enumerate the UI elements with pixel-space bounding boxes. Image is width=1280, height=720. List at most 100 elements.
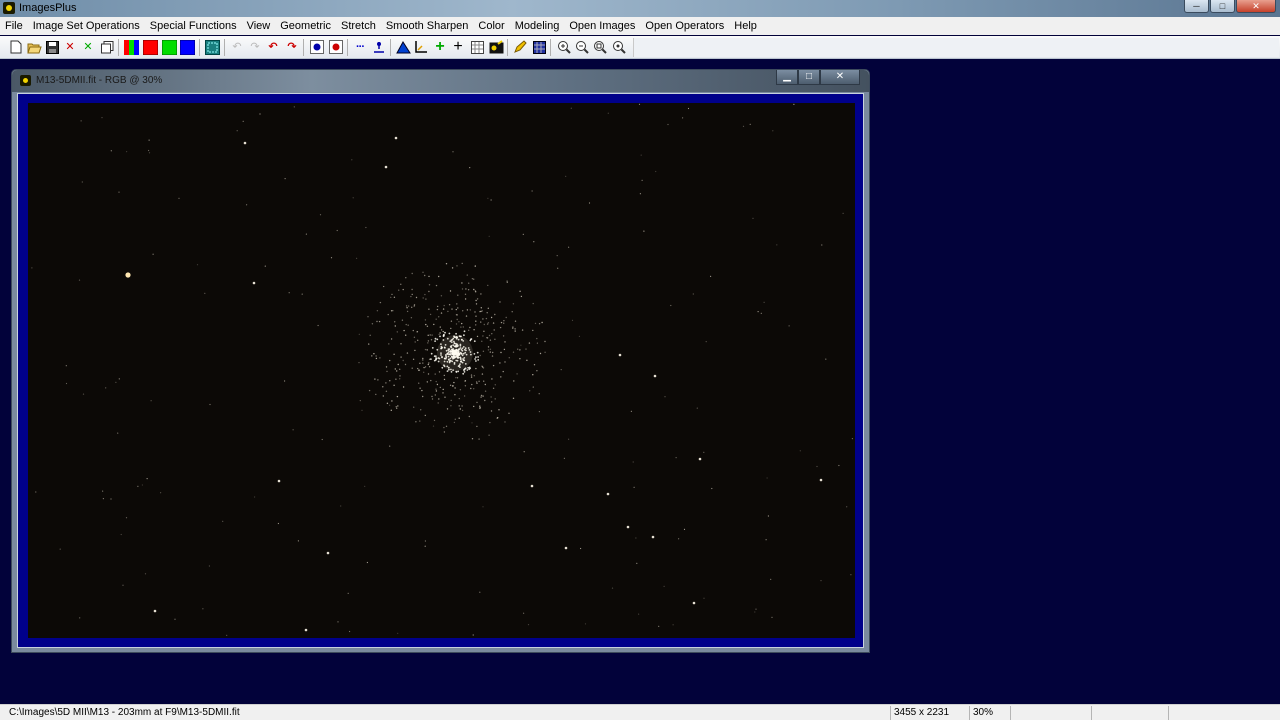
- star: [428, 284, 431, 286]
- grid-select-icon[interactable]: [469, 39, 485, 55]
- menu-file[interactable]: File: [0, 20, 28, 32]
- star: [512, 303, 515, 305]
- star: [390, 310, 393, 312]
- star: [445, 263, 448, 265]
- copy-icon[interactable]: [99, 39, 115, 55]
- menu-view[interactable]: View: [242, 20, 276, 32]
- star: [358, 362, 360, 364]
- star: [450, 327, 452, 330]
- image-maximize-button[interactable]: □: [798, 70, 820, 85]
- star: [336, 229, 338, 232]
- star: [226, 634, 228, 637]
- star: [474, 290, 476, 292]
- star: [453, 421, 456, 424]
- select-all-icon[interactable]: [204, 39, 220, 55]
- close-all-icon[interactable]: ✕: [80, 39, 96, 55]
- menu-help[interactable]: Help: [729, 20, 762, 32]
- star: [413, 336, 416, 338]
- zoom-actual-icon[interactable]: [611, 39, 627, 55]
- image-canvas[interactable]: [28, 103, 855, 638]
- star: [436, 338, 439, 341]
- crosshair-green-icon[interactable]: +: [432, 39, 448, 55]
- menu-special-functions[interactable]: Special Functions: [145, 20, 242, 32]
- star: [703, 451, 705, 453]
- star: [459, 389, 462, 391]
- save-icon[interactable]: [44, 39, 60, 55]
- star: [415, 296, 418, 299]
- image-minimize-button[interactable]: ▁: [776, 70, 798, 85]
- menu-open-operators[interactable]: Open Operators: [640, 20, 729, 32]
- undo-icon[interactable]: ↶: [265, 39, 281, 55]
- menu-modeling[interactable]: Modeling: [510, 20, 565, 32]
- maximize-button[interactable]: □: [1210, 0, 1235, 13]
- star: [476, 298, 479, 300]
- star: [825, 358, 827, 360]
- zoom-fit-icon[interactable]: [592, 39, 608, 55]
- star: [442, 330, 444, 333]
- menu-geometric[interactable]: Geometric: [275, 20, 336, 32]
- window-controls: ─ □ ✕: [1184, 0, 1276, 13]
- menu-image-set-operations[interactable]: Image Set Operations: [28, 20, 145, 32]
- pencil-icon[interactable]: [512, 39, 528, 55]
- star: [396, 331, 398, 333]
- menu-stretch[interactable]: Stretch: [336, 20, 381, 32]
- star: [369, 334, 371, 336]
- grid-icon[interactable]: [531, 39, 547, 55]
- star: [481, 373, 484, 375]
- star: [394, 321, 396, 323]
- star: [277, 479, 281, 483]
- star: [465, 315, 468, 317]
- star: [638, 613, 640, 615]
- menu-smooth-sharpen[interactable]: Smooth Sharpen: [381, 20, 474, 32]
- star: [450, 399, 452, 402]
- crosshair-icon[interactable]: +: [450, 39, 466, 55]
- blue-channel-icon[interactable]: [179, 39, 195, 55]
- star: [428, 366, 431, 368]
- close-image-icon[interactable]: ✕: [62, 39, 78, 55]
- star: [204, 292, 206, 294]
- menu-color[interactable]: Color: [473, 20, 509, 32]
- image-window[interactable]: M13-5DMII.fit - RGB @ 30% ▁ □ ✕: [11, 69, 870, 653]
- point-info-icon[interactable]: [371, 39, 387, 55]
- new-icon[interactable]: [8, 39, 24, 55]
- star: [436, 308, 439, 311]
- axis-icon[interactable]: [413, 39, 429, 55]
- star: [80, 120, 82, 122]
- close-button[interactable]: ✕: [1236, 0, 1276, 13]
- star: [451, 308, 453, 310]
- star: [481, 310, 483, 312]
- star: [426, 349, 428, 351]
- zoom-in-icon[interactable]: [556, 39, 572, 55]
- star: [410, 317, 413, 319]
- redo-icon[interactable]: ↷: [284, 39, 300, 55]
- star: [427, 340, 430, 342]
- stretch-high-icon[interactable]: [328, 39, 344, 55]
- rgb-channels-icon[interactable]: [123, 39, 139, 55]
- star: [202, 608, 204, 610]
- image-window-caption[interactable]: M13-5DMII.fit - RGB @ 30% ▁ □ ✕: [12, 70, 869, 92]
- star: [419, 362, 421, 364]
- open-icon[interactable]: [26, 39, 42, 55]
- star: [305, 233, 307, 235]
- histogram-icon[interactable]: [395, 39, 411, 55]
- green-channel-icon[interactable]: [161, 39, 177, 55]
- minimize-button[interactable]: ─: [1184, 0, 1209, 13]
- star: [319, 214, 322, 216]
- star: [464, 298, 467, 300]
- star: [358, 333, 360, 335]
- menu-open-images[interactable]: Open Images: [564, 20, 640, 32]
- star: [488, 235, 490, 237]
- star: [692, 293, 694, 295]
- star: [422, 357, 424, 360]
- star: [461, 282, 463, 284]
- line-profile-icon[interactable]: ···: [352, 39, 368, 55]
- zoom-out-icon[interactable]: [574, 39, 590, 55]
- star: [672, 624, 674, 626]
- red-channel-icon[interactable]: [142, 39, 158, 55]
- image-close-button[interactable]: ✕: [820, 70, 860, 85]
- star: [438, 333, 440, 336]
- star: [533, 364, 536, 366]
- star: [371, 355, 373, 357]
- image-settings-icon[interactable]: [488, 39, 504, 55]
- stretch-low-icon[interactable]: [309, 39, 325, 55]
